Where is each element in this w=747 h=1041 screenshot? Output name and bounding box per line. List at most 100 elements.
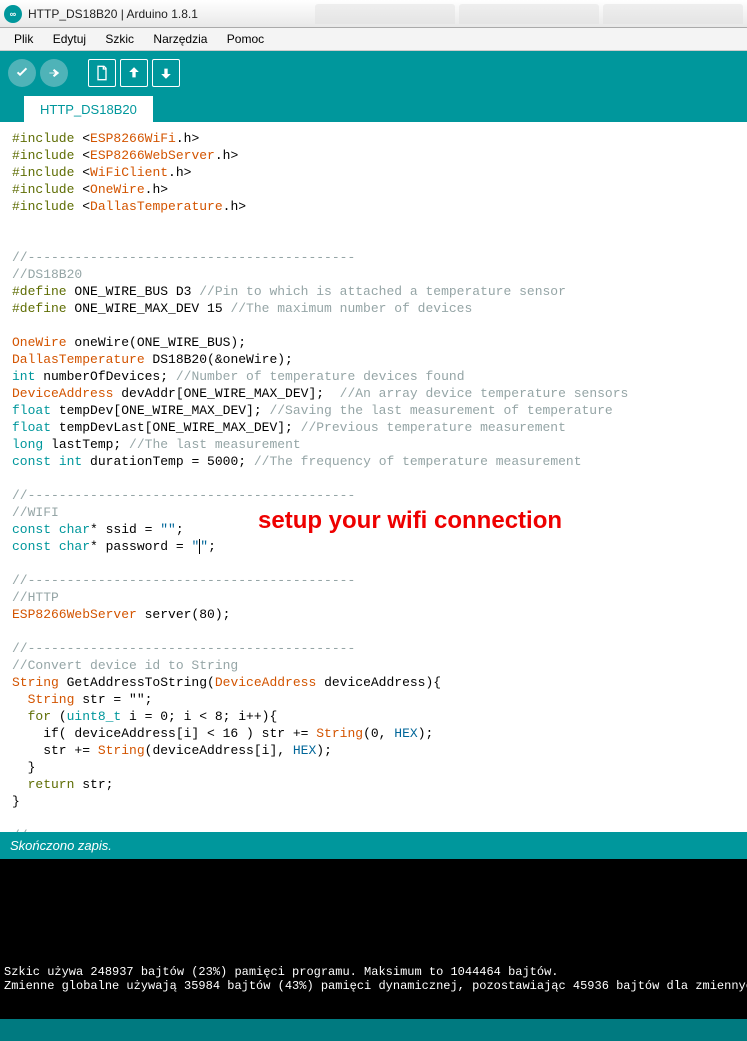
t: .h> [215,148,238,163]
t: int [51,454,82,469]
t: //--------------------------------------… [12,641,355,656]
t: String [12,675,59,690]
arrow-down-icon [158,65,174,81]
t: //DS18B20 [12,267,82,282]
t: //--------------------------------------… [12,828,355,832]
t: HEX [293,743,316,758]
t: str = ""; [74,692,152,707]
t: return [12,777,74,792]
t: str += [12,743,98,758]
window-titlebar: ∞ HTTP_DS18B20 | Arduino 1.8.1 [0,0,747,28]
console-line: Szkic używa 248937 bajtów (23%) pamięci … [4,965,559,979]
annotation-overlay: setup your wifi connection [258,512,562,529]
t: (0, [363,726,394,741]
t: //HTTP [12,590,59,605]
t: //The maximum number of devices [230,301,472,316]
open-button[interactable] [120,59,148,87]
t: #include [12,199,74,214]
t: long [12,437,43,452]
t: //Saving the last measurement of tempera… [269,403,612,418]
console-output[interactable]: Szkic używa 248937 bajtów (23%) pamięci … [0,859,747,1019]
t: lastTemp; [43,437,129,452]
t: ; [176,522,184,537]
new-button[interactable] [88,59,116,87]
t: //Number of temperature devices found [176,369,465,384]
t: DeviceAddress [215,675,316,690]
t: #define [12,301,67,316]
t: ); [418,726,434,741]
t: deviceAddress){ [316,675,441,690]
t: uint8_t [67,709,122,724]
upload-button[interactable] [40,59,68,87]
footer-bar [0,1019,747,1041]
t: server(80); [137,607,231,622]
sketch-tab[interactable]: HTTP_DS18B20 [24,96,153,123]
toolbar [0,51,747,95]
t: tempDev[ONE_WIRE_MAX_DEV]; [51,403,269,418]
t: GetAddressToString( [59,675,215,690]
t: ESP8266WiFi [90,131,176,146]
status-bar: Skończono zapis. [0,832,747,859]
t: i = 0; i < 8; i++){ [121,709,277,724]
t: .h> [145,182,168,197]
t: const [12,539,51,554]
t: < [74,148,90,163]
t: int [12,369,35,384]
t: OneWire [90,182,145,197]
t: devAddr[ONE_WIRE_MAX_DEV]; [113,386,339,401]
t: char [51,522,90,537]
t: .h> [168,165,191,180]
t: //--------------------------------------… [12,250,355,265]
check-icon [14,65,30,81]
menu-edit[interactable]: Edytuj [45,30,94,48]
t: < [74,165,90,180]
verify-button[interactable] [8,59,36,87]
t: ); [316,743,332,758]
t: //WIFI [12,505,59,520]
t: //An array device temperature sensors [340,386,629,401]
menu-sketch[interactable]: Szkic [97,30,142,48]
window-title: HTTP_DS18B20 | Arduino 1.8.1 [28,7,198,21]
t: * password = [90,539,191,554]
t: #include [12,148,74,163]
arduino-icon: ∞ [4,5,22,23]
t: durationTemp = 5000; [82,454,254,469]
code-editor[interactable]: #include <ESP8266WiFi.h> #include <ESP82… [0,122,747,832]
t: //Previous temperature measurement [301,420,566,435]
t: DallasTemperature [12,352,145,367]
t: //Convert device id to String [12,658,238,673]
t: float [12,403,51,418]
t: for [12,709,51,724]
arrow-right-icon [46,65,62,81]
t: HEX [394,726,417,741]
t: ESP8266WebServer [90,148,215,163]
t: < [74,182,90,197]
t: OneWire [12,335,67,350]
t: #include [12,165,74,180]
t: String [316,726,363,741]
file-icon [94,65,110,81]
t: String [12,692,74,707]
t: .h> [176,131,199,146]
t: //The last measurement [129,437,301,452]
t: #define [12,284,67,299]
menu-help[interactable]: Pomoc [219,30,272,48]
t: //The frequency of temperature measureme… [254,454,582,469]
t: < [74,131,90,146]
save-button[interactable] [152,59,180,87]
t: char [51,539,90,554]
t: ONE_WIRE_MAX_DEV 15 [67,301,231,316]
t: ONE_WIRE_BUS D3 [67,284,200,299]
menu-tools[interactable]: Narzędzia [145,30,215,48]
t: if( deviceAddress[i] < 16 ) str += [12,726,316,741]
menu-file[interactable]: Plik [6,30,41,48]
t: DeviceAddress [12,386,113,401]
t: numberOfDevices; [35,369,175,384]
t: } [12,794,20,809]
t: float [12,420,51,435]
arrow-up-icon [126,65,142,81]
bg-tabs [315,4,743,24]
t: String [98,743,145,758]
t: ; [208,539,216,554]
t: #include [12,131,74,146]
